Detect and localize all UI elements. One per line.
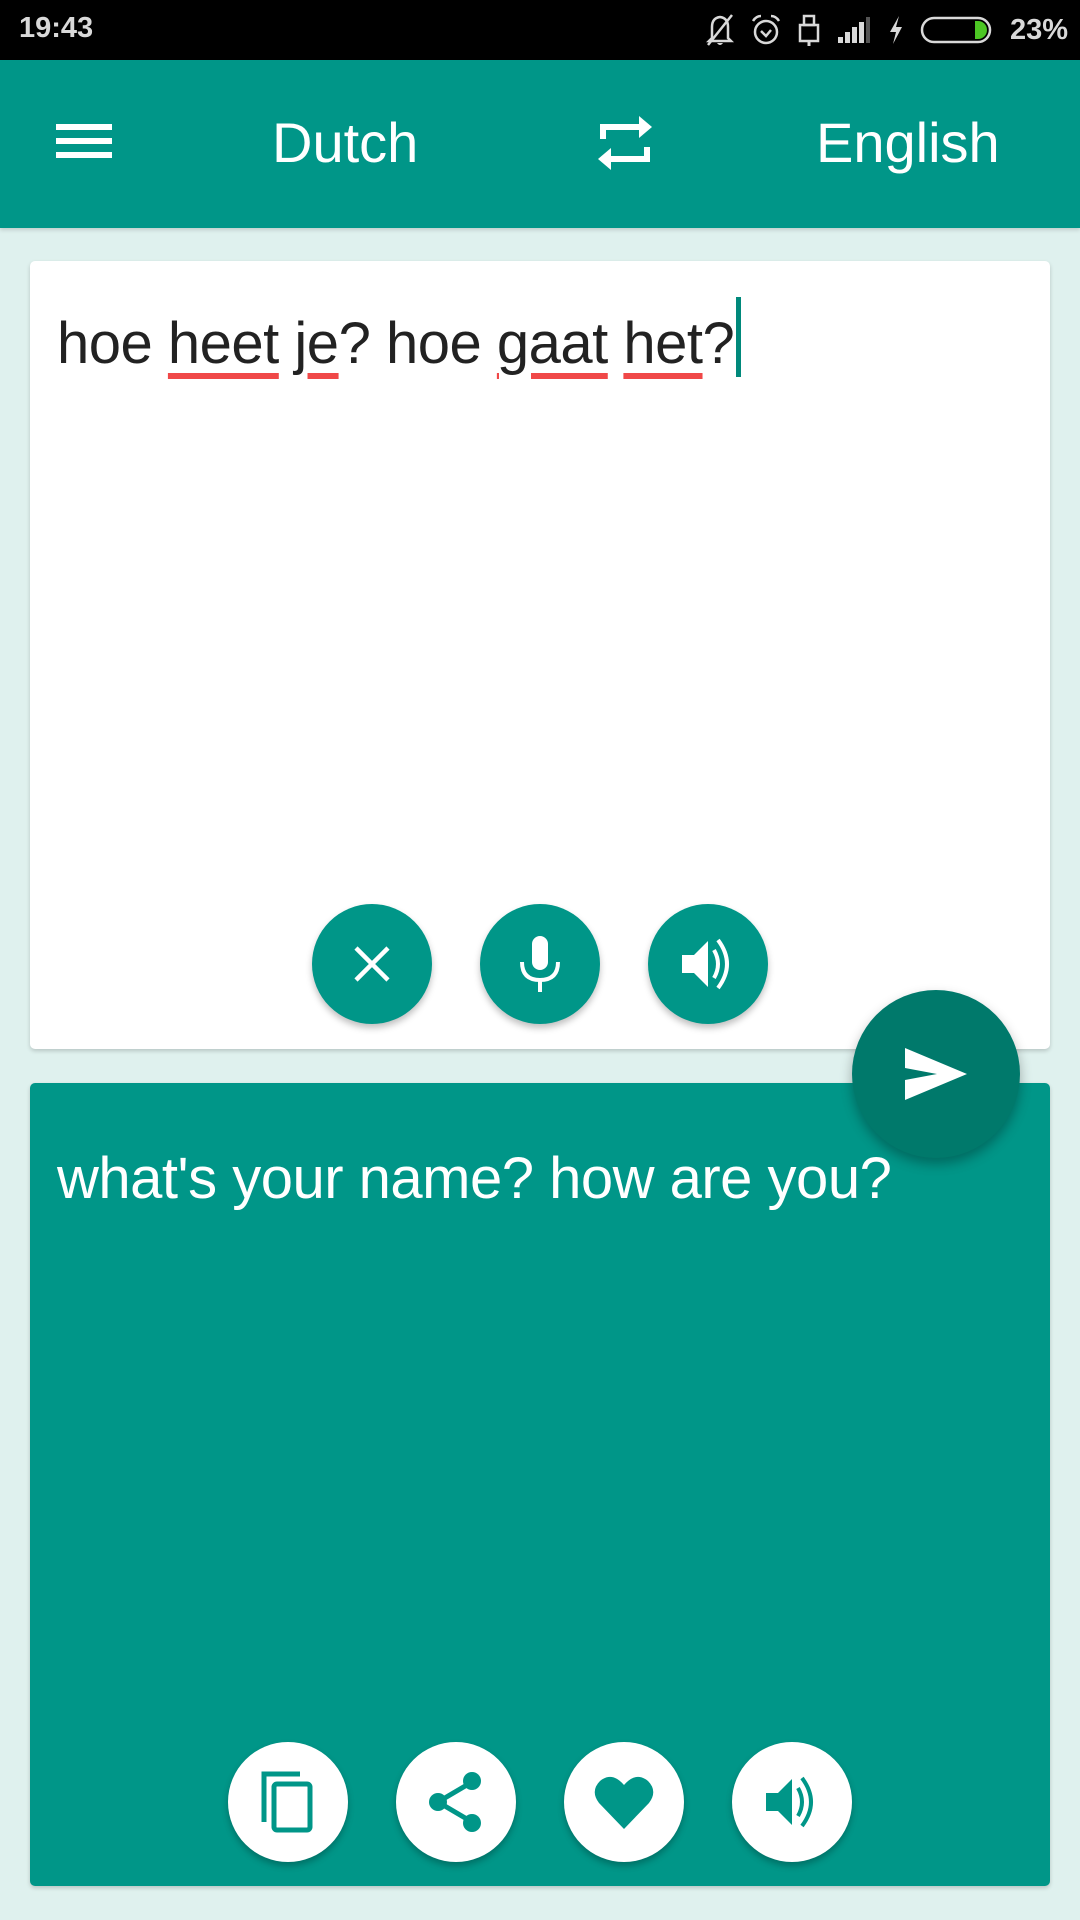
copy-button[interactable]: [228, 1742, 348, 1862]
swap-languages-button[interactable]: [590, 108, 660, 178]
source-text-input[interactable]: hoe heet je? hoe gaat het?: [57, 297, 742, 377]
source-text-card: hoe heet je? hoe gaat het?: [30, 261, 1050, 1049]
punctuation: ?: [702, 311, 735, 376]
translation-card: what's your name? how are you?: [30, 1083, 1050, 1886]
speaker-icon: [682, 938, 729, 990]
clear-button[interactable]: [312, 904, 432, 1024]
punctuation: ?: [338, 311, 371, 376]
voice-input-button[interactable]: [480, 904, 600, 1024]
target-language-selector[interactable]: English: [816, 110, 1000, 176]
menu-button[interactable]: [40, 94, 128, 182]
heart-icon: [594, 1776, 654, 1829]
hamburger-menu-icon: [56, 124, 112, 130]
notifications-off-icon: [704, 12, 736, 48]
send-icon: [905, 1048, 967, 1100]
share-button[interactable]: [396, 1742, 516, 1862]
status-time: 19:43: [19, 12, 94, 44]
speak-translation-button[interactable]: [732, 1742, 852, 1862]
alarm-icon: [750, 13, 782, 47]
app-bar: Dutch English: [0, 60, 1080, 228]
speaker-icon: [766, 1776, 813, 1828]
close-icon: [354, 946, 390, 982]
favorite-button[interactable]: [564, 1742, 684, 1862]
hamburger-menu-line: [56, 138, 112, 144]
speak-source-button[interactable]: [648, 904, 768, 1024]
status-icons: 23%: [704, 10, 1068, 50]
misspelled-word[interactable]: het: [623, 311, 703, 376]
misspelled-word[interactable]: heet: [168, 311, 279, 376]
text-cursor: [736, 297, 742, 377]
charging-icon: [886, 14, 906, 46]
hamburger-menu-line: [56, 152, 112, 158]
misspelled-word[interactable]: je: [294, 311, 339, 376]
translation-text: what's your name? how are you?: [57, 1146, 892, 1211]
battery-percent: 23%: [1009, 13, 1068, 46]
battery-icon: [920, 16, 994, 44]
translate-button[interactable]: [852, 990, 1020, 1158]
microphone-icon: [520, 936, 560, 992]
word: hoe: [385, 311, 482, 376]
status-bar: 19:43 23%: [0, 0, 1080, 60]
word: hoe: [57, 311, 153, 376]
signal-icon: [836, 15, 872, 45]
share-icon: [429, 1772, 481, 1832]
source-language-selector[interactable]: Dutch: [272, 110, 418, 176]
swap-languages-icon: [598, 116, 652, 170]
misspelled-word[interactable]: gaat: [497, 311, 608, 376]
lock-icon: [796, 13, 822, 47]
copy-icon: [261, 1771, 313, 1833]
